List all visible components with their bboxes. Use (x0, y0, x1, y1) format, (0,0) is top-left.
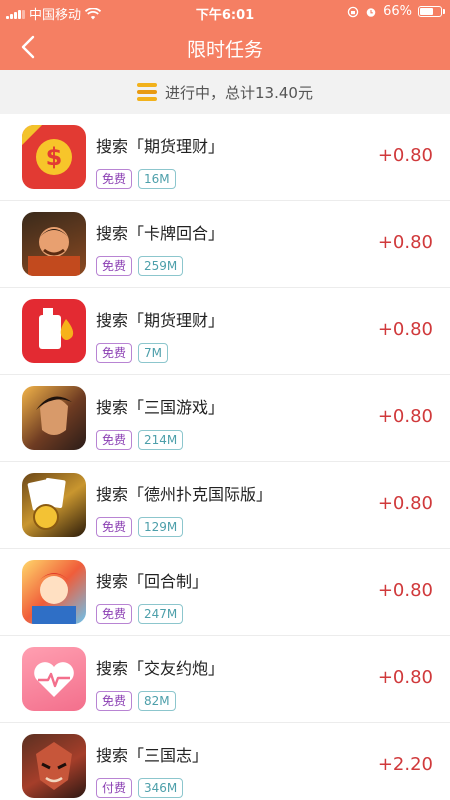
reward-amount: +0.80 (377, 667, 433, 688)
task-item[interactable]: $ 搜索「期货理财」 免费 16M +0.80 (0, 114, 450, 201)
task-title: 搜索「交友约炮」 (96, 659, 225, 678)
task-item[interactable]: 搜索「三国游戏」 免费 214M +0.80 (0, 375, 450, 462)
size-tag: 259M (138, 256, 184, 276)
task-item[interactable]: 搜索「回合制」 免费 247M +0.80 (0, 549, 450, 636)
reward-amount: +0.80 (377, 493, 433, 514)
size-tag: 214M (138, 430, 184, 450)
warrior-mask-icon (22, 734, 86, 798)
alarm-icon (366, 7, 376, 17)
reward-amount: +0.80 (377, 580, 433, 601)
reward-amount: +2.20 (377, 754, 433, 775)
page-title: 限时任务 (186, 39, 263, 61)
task-list: $ 搜索「期货理财」 免费 16M +0.80 搜索「卡牌回合」 免费 259M… (0, 114, 450, 800)
summary-text: 进行中，总计13.40元 (165, 83, 313, 102)
price-tag: 免费 (96, 691, 133, 711)
task-item[interactable]: 搜索「德州扑克国际版」 免费 129M +0.80 (0, 462, 450, 549)
task-item[interactable]: 搜索「卡牌回合」 免费 259M +0.80 (0, 201, 450, 288)
price-tag: 免费 (96, 604, 133, 624)
coin-stack-icon (137, 83, 158, 101)
hero-icon (22, 560, 86, 624)
status-bar: 中国移动 下午6:01 66% (0, 0, 450, 24)
task-item[interactable]: 搜索「期货理财」 免费 7M +0.80 (0, 288, 450, 375)
size-tag: 346M (138, 778, 184, 798)
task-title: 搜索「三国志」 (96, 746, 209, 765)
size-tag: 247M (138, 604, 184, 624)
size-tag: 129M (138, 517, 184, 537)
battery-icon (418, 6, 445, 17)
reward-amount: +0.80 (377, 232, 433, 253)
status-icons: 66% (347, 4, 445, 19)
reward-amount: +0.80 (377, 145, 433, 166)
card-game-icon (22, 212, 86, 276)
price-tag: 免费 (96, 517, 133, 537)
price-tag: 免费 (96, 256, 133, 276)
reward-amount: +0.80 (377, 319, 433, 340)
size-tag: 7M (138, 343, 169, 363)
heart-pulse-icon (22, 647, 86, 711)
task-title: 搜索「期货理财」 (96, 311, 225, 330)
task-title: 搜索「期货理财」 (96, 137, 225, 156)
task-title: 搜索「三国游戏」 (96, 398, 225, 417)
reward-amount: +0.80 (377, 406, 433, 427)
price-tag: 免费 (96, 169, 133, 189)
rotation-lock-icon (347, 6, 359, 17)
dollar-coin-icon: $ (22, 125, 86, 189)
nav-bar: 限时任务 (0, 24, 450, 70)
poker-icon (22, 473, 86, 537)
task-item[interactable]: 搜索「三国志」 付费 346M +2.20 (0, 723, 450, 800)
battery-percent: 66% (383, 4, 412, 19)
size-tag: 82M (138, 691, 176, 711)
warrior-icon (22, 386, 86, 450)
task-item[interactable]: 搜索「交友约炮」 免费 82M +0.80 (0, 636, 450, 723)
task-title: 搜索「德州扑克国际版」 (96, 485, 273, 504)
oil-bottle-icon (22, 299, 86, 363)
price-tag: 免费 (96, 430, 133, 450)
task-title: 搜索「回合制」 (96, 572, 209, 591)
size-tag: 16M (138, 169, 176, 189)
task-title: 搜索「卡牌回合」 (96, 224, 225, 243)
price-tag: 付费 (96, 778, 133, 798)
summary-banner: 进行中，总计13.40元 (0, 70, 450, 114)
price-tag: 免费 (96, 343, 133, 363)
